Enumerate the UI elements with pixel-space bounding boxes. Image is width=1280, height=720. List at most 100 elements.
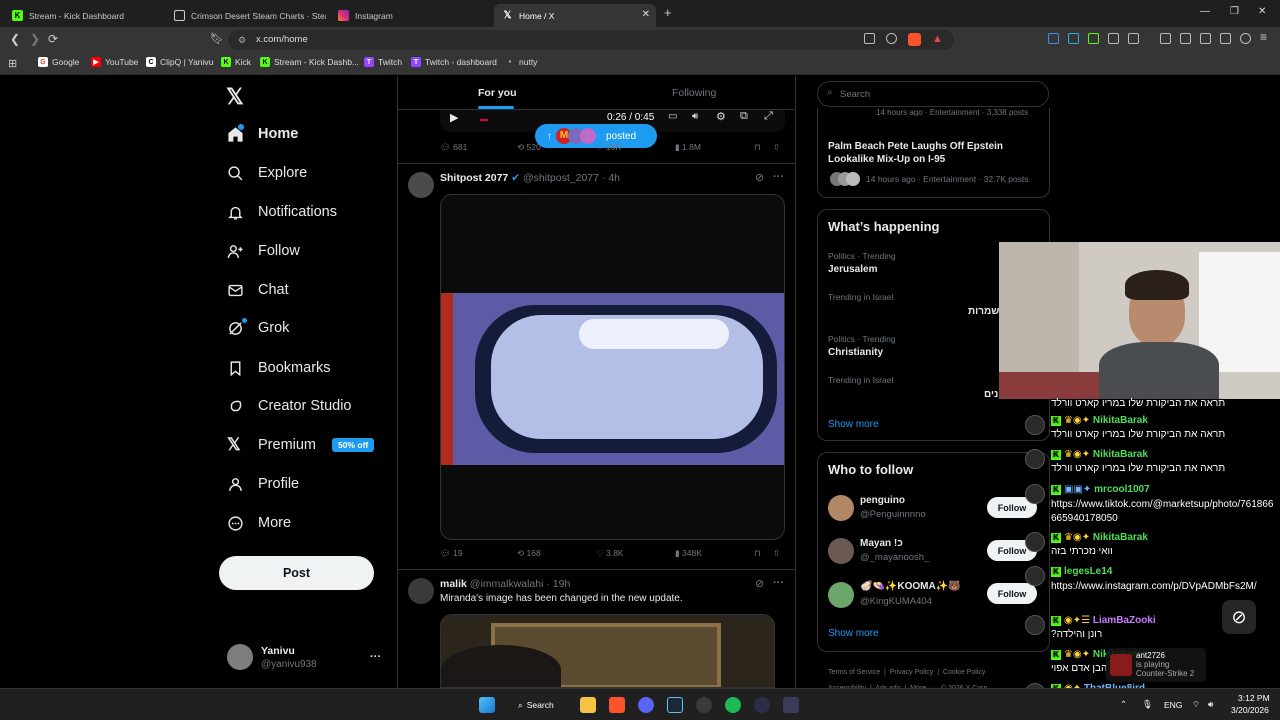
- search-input[interactable]: ⌕ Search: [817, 81, 1049, 107]
- like-button[interactable]: ♡ 3.8K: [596, 548, 623, 559]
- clock-date[interactable]: 3/20/2026: [1231, 705, 1269, 715]
- cast-icon[interactable]: [864, 33, 875, 44]
- bookmark-kick[interactable]: K Kick: [221, 57, 251, 67]
- windows-start-icon[interactable]: [479, 697, 495, 713]
- views-stat[interactable]: ▮ 348K: [675, 548, 702, 559]
- file-explorer-icon[interactable]: [580, 697, 596, 713]
- tweet-media[interactable]: [440, 194, 785, 540]
- share-icon[interactable]: ⇧: [773, 548, 780, 559]
- avatar[interactable]: [408, 578, 434, 604]
- footer-link[interactable]: Terms of Service: [828, 669, 880, 676]
- bookmark-twitch-dashboard[interactable]: T Twitch - dashboard: [411, 57, 497, 67]
- user-handle[interactable]: @_mayanoosh_: [860, 552, 929, 563]
- wallet-icon[interactable]: [1200, 33, 1211, 44]
- tab-for-you[interactable]: For you: [478, 87, 517, 99]
- reply-button[interactable]: 💬︎ 19: [440, 548, 463, 559]
- reply-button[interactable]: 💬︎ 681: [440, 142, 467, 153]
- steam-icon[interactable]: [667, 697, 683, 713]
- sidebar-icon[interactable]: [1180, 33, 1191, 44]
- tweet-time[interactable]: · 4h: [602, 172, 620, 184]
- pip-icon[interactable]: ⧉: [740, 110, 748, 123]
- trend-item[interactable]: נים: [984, 389, 998, 400]
- back-icon[interactable]: ❮: [10, 32, 20, 46]
- trend-item[interactable]: Jerusalem: [828, 264, 877, 275]
- chat-username[interactable]: NikitaBarak: [1093, 532, 1148, 543]
- share-icon[interactable]: ⇧: [773, 142, 780, 153]
- nav-grok[interactable]: Grok: [227, 316, 289, 340]
- clock-time[interactable]: 3:12 PM: [1238, 693, 1270, 703]
- obs-icon[interactable]: [696, 697, 712, 713]
- extension-screenshot-icon[interactable]: [1128, 33, 1139, 44]
- volume-icon[interactable]: 🔊︎: [1208, 699, 1213, 710]
- user-handle[interactable]: @Penguinnnno: [860, 509, 926, 520]
- nav-notifications[interactable]: Notifications: [227, 200, 337, 224]
- author-handle[interactable]: @immalkwalahi: [470, 578, 544, 590]
- close-icon[interactable]: ✕: [642, 9, 650, 20]
- avatar[interactable]: [828, 582, 854, 608]
- chat-username[interactable]: NikitaBarak: [1093, 449, 1148, 460]
- forward-icon[interactable]: ❯: [30, 32, 40, 46]
- nav-chat[interactable]: Chat: [227, 278, 289, 302]
- taskbar-search[interactable]: ⌕ Search: [512, 697, 564, 713]
- nav-premium[interactable]: 𝕏 Premium 50% off: [227, 433, 375, 457]
- grok-floating-icon[interactable]: ⊘: [1222, 600, 1256, 634]
- post-button[interactable]: Post: [219, 556, 374, 590]
- nav-bookmarks[interactable]: Bookmarks: [227, 356, 331, 380]
- tab-home-x[interactable]: 𝕏 Home / X ✕: [494, 4, 656, 27]
- like-button[interactable]: ♡ 10K: [596, 142, 621, 153]
- tab-kick-dashboard[interactable]: K Stream - Kick Dashboard: [4, 4, 164, 27]
- author-handle[interactable]: @shitpost_2077: [523, 172, 599, 184]
- maximize-icon[interactable]: ❐: [1230, 6, 1239, 17]
- microphone-icon[interactable]: 🎙︎: [1142, 699, 1153, 710]
- wifi-icon[interactable]: ⌔: [1192, 699, 1200, 710]
- fullscreen-icon[interactable]: ⤢: [764, 110, 773, 123]
- author-name[interactable]: malik: [440, 578, 467, 590]
- nav-explore[interactable]: Explore: [227, 161, 307, 185]
- more-icon[interactable]: ···: [773, 577, 784, 589]
- footer-link[interactable]: Cookie Policy: [943, 669, 985, 676]
- extension-kick-icon[interactable]: [1088, 33, 1099, 44]
- menu-icon[interactable]: ≡: [1260, 30, 1267, 44]
- share-icon[interactable]: [886, 33, 897, 44]
- repost-button[interactable]: ⟲ 520: [517, 142, 541, 153]
- user-name[interactable]: Mayan !כ: [860, 538, 903, 549]
- extensions-icon[interactable]: [1108, 33, 1119, 44]
- brave-rewards-icon[interactable]: ▲: [932, 33, 943, 45]
- brave-shields-icon[interactable]: [908, 33, 921, 46]
- trend-item[interactable]: Christianity: [828, 347, 883, 358]
- tweet-media[interactable]: [440, 614, 775, 688]
- bookmark-icon[interactable]: ⊓: [754, 548, 761, 559]
- tab-steam-charts[interactable]: Crimson Desert Steam Charts · Steam: [166, 4, 326, 27]
- bookmark-page-icon[interactable]: 🔖︎: [210, 32, 224, 45]
- tab-following[interactable]: Following: [672, 87, 716, 99]
- nav-follow[interactable]: Follow: [227, 239, 300, 263]
- extension-translate-icon[interactable]: [1048, 33, 1059, 44]
- author-name[interactable]: Shitpost 2077: [440, 172, 508, 184]
- news-card[interactable]: 14 hours ago · Entertainment · 3,338 pos…: [817, 108, 1050, 198]
- chat-username[interactable]: mrcool1007: [1094, 484, 1150, 495]
- trend-item[interactable]: שמרות: [968, 306, 999, 317]
- close-window-icon[interactable]: ✕: [1258, 6, 1266, 17]
- app-icon[interactable]: [783, 697, 799, 713]
- bookmark-icon[interactable]: ⊓: [754, 142, 761, 153]
- avatar[interactable]: [828, 495, 854, 521]
- chat-username[interactable]: legesLe14: [1064, 566, 1112, 577]
- more-icon[interactable]: ···: [773, 171, 784, 183]
- bookmark-twitch[interactable]: T Twitch: [364, 57, 402, 67]
- app-icon[interactable]: [754, 697, 770, 713]
- reload-icon[interactable]: ⟳: [48, 32, 58, 46]
- minimize-icon[interactable]: —: [1200, 6, 1210, 17]
- bookmark-clipq[interactable]: C ClipQ | Yanivu: [146, 57, 213, 67]
- repost-button[interactable]: ⟲ 168: [517, 548, 541, 559]
- discord-icon[interactable]: [638, 697, 654, 713]
- user-handle[interactable]: @KingKUMA404: [860, 596, 932, 607]
- apps-grid-icon[interactable]: ⊞: [8, 57, 17, 70]
- tray-overflow-icon[interactable]: ⌃: [1120, 699, 1127, 710]
- captions-icon[interactable]: ▭: [668, 111, 677, 122]
- video-progress[interactable]: [480, 119, 488, 121]
- avatar[interactable]: [828, 538, 854, 564]
- chat-username[interactable]: LiamBaZooki: [1093, 615, 1156, 626]
- nav-profile[interactable]: Profile: [227, 472, 299, 496]
- grok-icon[interactable]: ⊘: [755, 577, 764, 590]
- extension-7tv-icon[interactable]: [1068, 33, 1079, 44]
